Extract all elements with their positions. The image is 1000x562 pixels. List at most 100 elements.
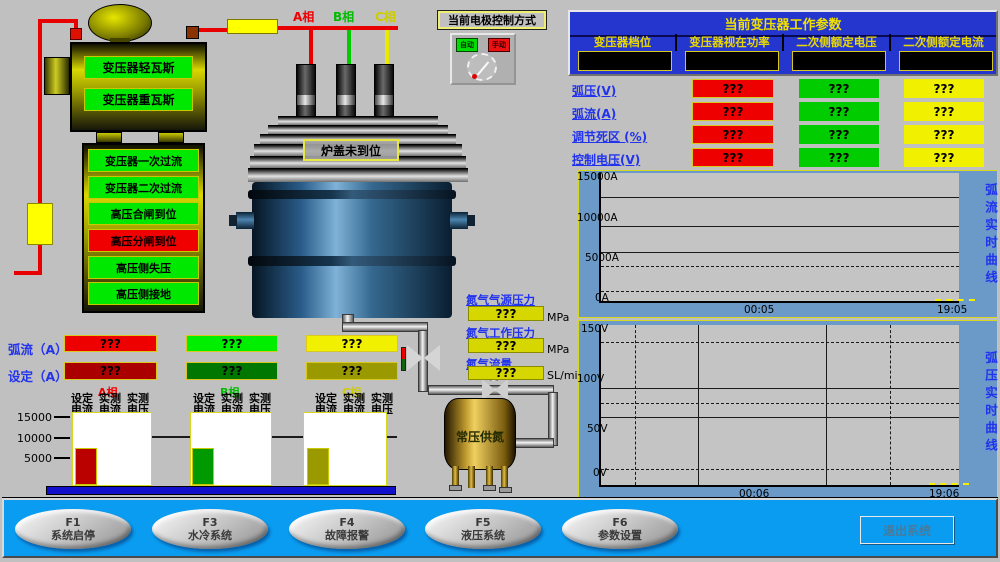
- bar-gridline: [272, 436, 303, 438]
- arc-current-b: ???: [799, 102, 879, 121]
- arc-current-value-a: ???: [64, 335, 157, 352]
- arc-voltage-trend-chart: 150V 100V 50V 0V 00:06 19:06 弧压实时曲线: [578, 320, 998, 500]
- setpoint-value-a: ???: [64, 362, 157, 380]
- footer-bar: F1系统启停 F3水冷系统 F4故障报警 F5液压系统 F6参数设置 退出系统: [2, 498, 998, 558]
- bar-y-tick-10000: 10000: [16, 432, 52, 445]
- alarm-hv-voltage-loss: 高压侧失压: [88, 256, 199, 279]
- y-tick: 50V: [587, 423, 608, 435]
- bar-set-current-b: [192, 448, 214, 485]
- mode-selector-knob-icon[interactable]: [467, 53, 497, 81]
- hv-wire-left-lower: [38, 245, 42, 273]
- auto-mode-button[interactable]: 自动: [456, 38, 478, 52]
- params-value-apparent-power: [685, 51, 779, 71]
- control-voltage-row-label: 控制电压(V): [572, 151, 640, 168]
- furnace-nozzle-left: [236, 212, 254, 229]
- setpoint-value-b: ???: [186, 362, 278, 380]
- lid-disc: [278, 116, 438, 125]
- hmi-screen: 变压器轻瓦斯 变压器重瓦斯 变压器一次过流 变压器二次过流 高压合闸到位 高压分…: [0, 0, 1000, 562]
- transformer-params-table: 当前变压器工作参数 变压器档位 变压器视在功率 二次侧额定电压 二次侧额定电流: [568, 10, 998, 76]
- electrode-a: [296, 64, 316, 120]
- trend-cursor[interactable]: [929, 483, 969, 485]
- tank-leg: [452, 466, 459, 486]
- nitrogen-valve-icon: [424, 345, 440, 371]
- hv-wire-bottom: [14, 271, 42, 275]
- tank-leg: [468, 466, 475, 488]
- y-tick: 100V: [577, 373, 604, 385]
- nitrogen-valve-icon[interactable]: [407, 345, 423, 371]
- status-hv-close-in-place: 高压合闸到位: [88, 202, 199, 225]
- bar-tick: [54, 437, 70, 439]
- x-tick: 00:05: [744, 304, 774, 316]
- electrode-c: [374, 64, 394, 120]
- phase-a-wire: [309, 30, 313, 68]
- params-header-rated-voltage: 二次侧额定电压: [782, 34, 889, 51]
- pipe-horizontal-1: [342, 322, 428, 332]
- nitrogen-working-pressure-unit: MPa: [547, 343, 569, 356]
- phase-a-label: A相: [293, 8, 314, 25]
- exit-button[interactable]: 退出系统: [860, 516, 954, 544]
- bar-set-current-a: [75, 448, 97, 485]
- phase-c-wire: [385, 30, 389, 68]
- bar-y-tick-5000: 5000: [16, 452, 52, 465]
- footer-button-f1[interactable]: F1系统启停: [15, 509, 131, 549]
- footer-button-f6[interactable]: F6参数设置: [562, 509, 678, 549]
- control-voltage-a: ???: [692, 148, 774, 167]
- footer-button-f3[interactable]: F3水冷系统: [152, 509, 268, 549]
- manual-mode-button[interactable]: 手动: [488, 38, 510, 52]
- conservator-tank: [88, 4, 152, 42]
- arc-voltage-b: ???: [799, 79, 879, 98]
- arc-current-value-c: ???: [306, 335, 398, 352]
- tank-leg: [501, 466, 508, 488]
- pipe-horizontal-3: [514, 438, 554, 448]
- nitrogen-tank-label: 常压供氮: [444, 428, 516, 444]
- hv-breaker[interactable]: [27, 203, 53, 245]
- arc-current-plot-area: [599, 173, 959, 303]
- trend-cursor[interactable]: [935, 299, 975, 301]
- y-tick: 0A: [595, 292, 609, 304]
- deadband-a: ???: [692, 125, 774, 144]
- deadband-row-label: 调节死区 (%): [572, 128, 647, 145]
- phase-b-wire: [347, 30, 351, 68]
- hv-terminal-brown: [186, 26, 199, 39]
- footer-button-f5[interactable]: F5液压系统: [425, 509, 541, 549]
- nitrogen-source-pressure-value: ???: [468, 306, 544, 321]
- transformer-foot-right: [158, 132, 184, 143]
- tank-foot: [449, 485, 462, 491]
- arc-current-trend-title: 弧流实时曲线: [981, 183, 1000, 288]
- bar-y-tick-15000: 15000: [16, 411, 52, 424]
- electrode-b: [336, 64, 356, 120]
- bar-gridline: [152, 436, 190, 438]
- bus-wire-left: [199, 28, 227, 32]
- params-value-rated-voltage: [792, 51, 886, 71]
- control-voltage-c: ???: [904, 148, 984, 167]
- y-tick: 10000A: [577, 212, 618, 224]
- bar-tick: [54, 457, 70, 459]
- setpoint-label: 设定（A）: [8, 366, 68, 385]
- params-header-apparent-power: 变压器视在功率: [675, 34, 782, 51]
- arc-voltage-a: ???: [692, 79, 774, 98]
- arc-voltage-plot-area: [599, 325, 959, 487]
- tank-foot: [483, 485, 496, 491]
- params-header-tap: 变压器档位: [570, 34, 675, 51]
- nitrogen-flow-value: ???: [468, 366, 544, 380]
- arc-current-c: ???: [904, 102, 984, 121]
- furnace-band-lower: [248, 256, 456, 266]
- params-header-rated-current: 二次侧额定电流: [889, 34, 996, 51]
- arc-voltage-trend-title: 弧压实时曲线: [981, 351, 1000, 456]
- phase-b-label: B相: [333, 8, 354, 25]
- furnace-nozzle-left-tip: [229, 215, 237, 226]
- lid-disc: [268, 125, 448, 134]
- arc-current-label: 弧流（A）: [8, 339, 68, 358]
- nitrogen-working-pressure-value: ???: [468, 338, 544, 353]
- hv-terminal-red: [70, 28, 82, 40]
- nitrogen-source-pressure-unit: MPa: [547, 311, 569, 324]
- lid-status-badge: 炉盖未到位: [303, 139, 399, 161]
- phase-c-label: C相: [375, 8, 396, 25]
- arc-current-value-b: ???: [186, 335, 278, 352]
- bus-bar: [278, 26, 398, 30]
- bar-gridline: [387, 436, 397, 438]
- y-tick: 15000A: [577, 171, 618, 183]
- furnace-body: [252, 182, 452, 318]
- footer-button-f4[interactable]: F4故障报警: [289, 509, 405, 549]
- arc-current-row-label: 弧流(A): [572, 105, 616, 122]
